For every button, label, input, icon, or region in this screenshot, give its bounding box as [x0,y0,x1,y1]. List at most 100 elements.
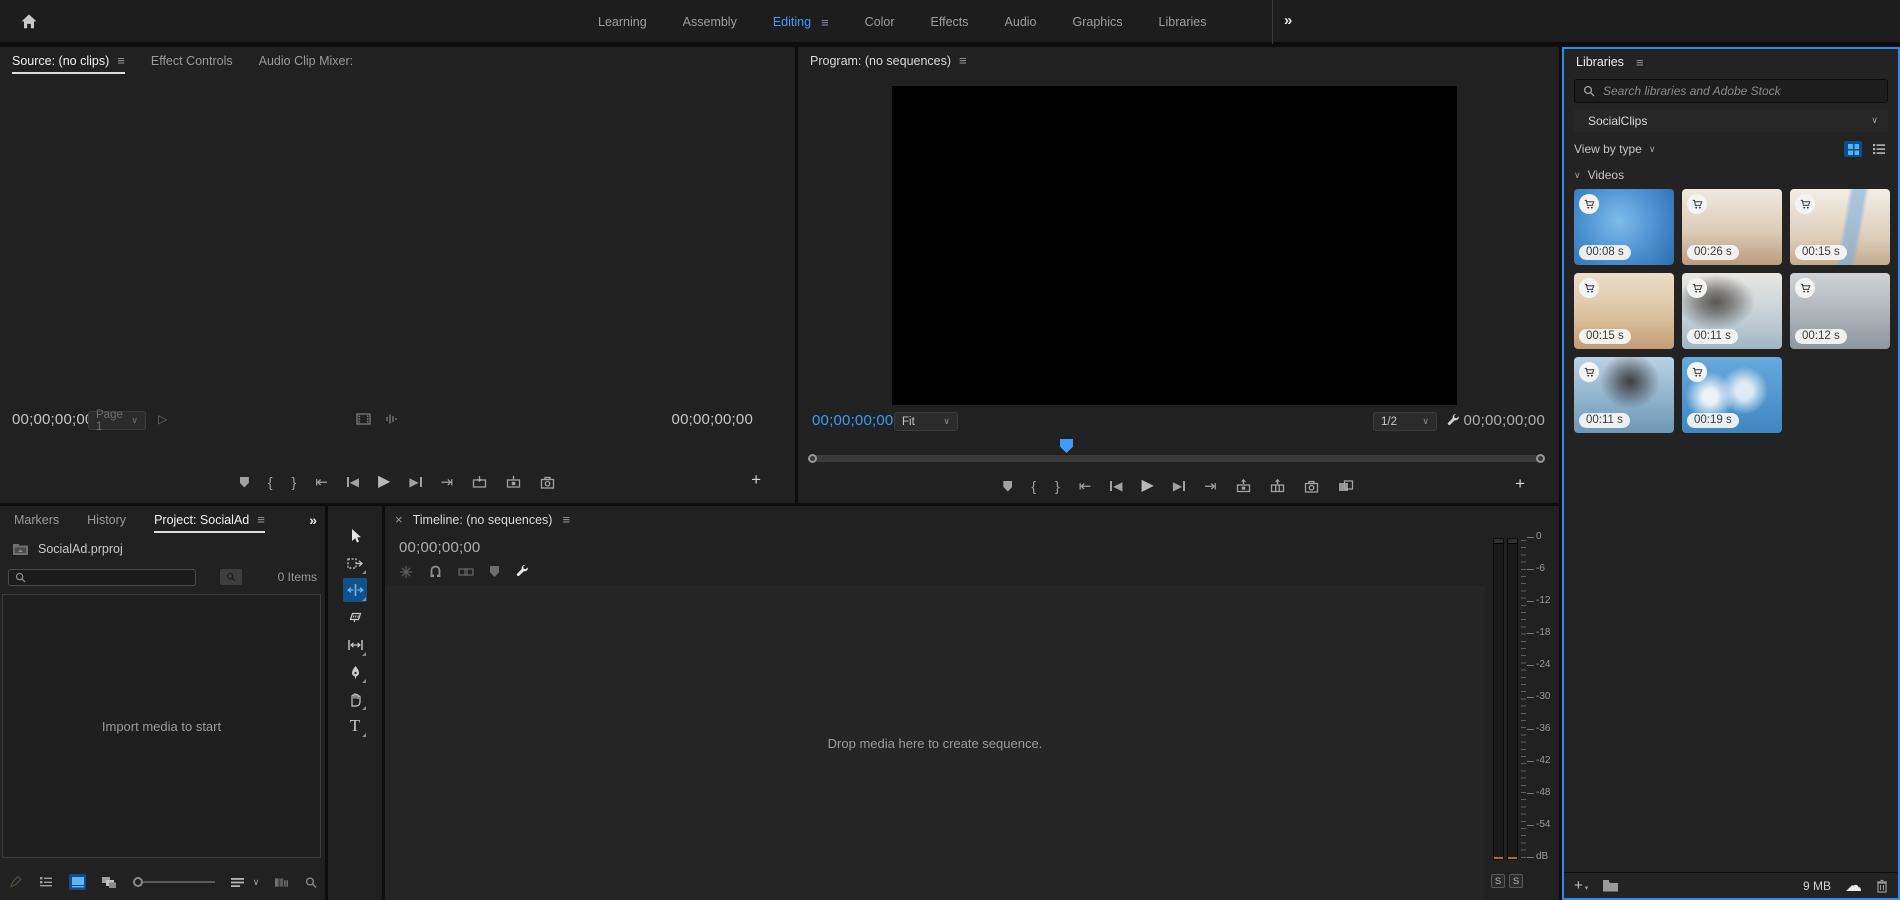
comparison-view-icon[interactable] [1338,480,1354,493]
source-panel-menu-icon[interactable]: ≡ [117,53,125,68]
tab-history[interactable]: History [87,506,126,533]
sort-order-dropdown[interactable]: ∨ [230,877,260,888]
tab-program[interactable]: Program: (no sequences) ≡ [810,47,967,74]
program-zoom-select[interactable]: Fit ∨ [894,412,958,431]
workspace-tab-learning[interactable]: Learning [598,15,647,29]
project-panel-menu-icon[interactable]: ≡ [257,512,265,527]
tab-project[interactable]: Project: SocialAd ≡ [154,506,265,533]
close-icon[interactable]: × [395,512,403,527]
video-thumbnail[interactable]: 00:08 s [1574,189,1674,265]
find-icon[interactable] [305,876,317,889]
video-thumbnail[interactable]: 00:11 s [1574,357,1674,433]
mark-in-icon[interactable]: { [268,474,273,490]
video-thumbnail[interactable]: 00:26 s [1682,189,1782,265]
overwrite-icon[interactable] [506,475,521,489]
view-by-type-dropdown[interactable]: View by type ∨ [1574,142,1655,156]
source-current-timecode[interactable]: 00;00;00;00 [12,411,93,428]
libraries-search-box[interactable]: Search libraries and Adobe Stock [1574,79,1888,103]
add-marker-icon[interactable] [240,477,249,488]
nest-sequences-toggle-icon[interactable] [399,565,413,579]
workspace-tab-graphics[interactable]: Graphics [1073,15,1123,29]
program-panel-menu-icon[interactable]: ≡ [959,53,967,68]
step-forward-icon[interactable]: ▶ [1173,480,1185,492]
lift-icon[interactable] [1236,479,1251,493]
source-page-select[interactable]: Page 1 ∨ [88,411,146,430]
solo-left-button[interactable]: S [1491,874,1505,888]
icon-view-button[interactable] [69,874,86,890]
play-button[interactable]: ▶ [378,474,390,490]
timeline-drop-zone[interactable]: Drop media here to create sequence. [385,586,1485,900]
workspace-menu-icon[interactable]: ≡ [821,15,829,30]
insert-icon[interactable] [472,475,487,489]
drag-audio-only-icon[interactable] [385,413,399,425]
video-thumbnail[interactable]: 00:11 s [1682,273,1782,349]
project-file-name[interactable]: SocialAd.prproj [38,542,123,556]
go-to-in-icon[interactable]: ⇤ [315,475,328,490]
tab-libraries-label[interactable]: Libraries [1576,55,1624,69]
scrubber-right-handle[interactable] [1536,454,1545,463]
video-thumbnail[interactable]: 00:19 s [1682,357,1782,433]
workspace-tab-assembly[interactable]: Assembly [683,15,737,29]
zoom-slider-knob[interactable] [133,877,143,887]
timeline-playhead-timecode[interactable]: 00;00;00;00 [399,539,480,556]
step-back-icon[interactable]: ◀ [1110,480,1122,492]
new-library-item-button[interactable]: + ▾ [1574,880,1588,892]
add-marker-icon[interactable] [490,566,499,577]
workspace-tab-libraries[interactable]: Libraries [1159,15,1207,29]
automate-to-sequence-icon[interactable] [274,876,290,889]
workspace-tab-audio[interactable]: Audio [1005,15,1037,29]
type-tool[interactable]: T [343,714,367,738]
tab-timeline-label[interactable]: Timeline: (no sequences) [413,513,553,527]
pen-tool[interactable] [343,660,367,684]
slip-tool[interactable] [343,633,367,657]
track-select-forward-tool[interactable] [343,551,367,575]
cloud-sync-icon[interactable]: ☁ [1845,877,1862,894]
thumbnail-zoom-slider[interactable] [133,877,215,887]
videos-section-header[interactable]: ∨ Videos [1564,163,1898,187]
extract-icon[interactable] [1270,479,1285,493]
new-group-folder-icon[interactable] [1602,879,1619,892]
program-playhead[interactable] [1060,439,1073,453]
project-tab-overflow-button[interactable]: » [309,512,316,528]
video-thumbnail[interactable]: 00:15 s [1574,273,1674,349]
video-thumbnail[interactable]: 00:12 s [1790,273,1890,349]
project-search-input[interactable] [8,569,196,586]
mark-in-icon[interactable]: { [1031,478,1036,494]
list-view-button[interactable] [1870,141,1888,157]
project-bin-area[interactable]: Import media to start [2,594,321,858]
playback-resolution-select[interactable]: 1/2 ∨ [1373,412,1437,431]
go-to-out-icon[interactable]: ⇥ [441,475,454,490]
mark-out-icon[interactable]: } [292,474,297,490]
list-view-button[interactable] [38,874,55,890]
hand-tool[interactable] [343,687,367,711]
razor-tool[interactable] [343,605,367,629]
tab-audio-clip-mixer[interactable]: Audio Clip Mixer: [259,47,353,74]
go-to-out-icon[interactable]: ⇥ [1204,479,1217,494]
timeline-display-settings-wrench-icon[interactable] [515,564,530,579]
program-button-editor-plus[interactable]: + [1515,474,1525,494]
step-forward-icon[interactable]: ▶ [409,476,421,488]
program-current-timecode[interactable]: 00;00;00;00 [812,412,893,429]
workspace-tab-effects[interactable]: Effects [931,15,969,29]
scrubber-left-handle[interactable] [808,454,817,463]
step-back-icon[interactable]: ◀ [347,476,359,488]
source-button-editor-plus[interactable]: + [751,470,761,490]
search-bin-button[interactable] [220,569,242,585]
delete-trash-icon[interactable] [1876,879,1888,893]
libraries-panel-menu-icon[interactable]: ≡ [1636,55,1644,70]
drag-video-only-icon[interactable] [356,413,371,425]
workspace-overflow-button[interactable]: » [1284,12,1291,29]
selection-tool[interactable] [343,524,367,548]
tab-markers[interactable]: Markers [14,506,59,533]
workspace-tab-color[interactable]: Color [865,15,895,29]
snap-magnet-icon[interactable] [429,565,442,578]
workspace-tab-editing[interactable]: Editing [773,15,811,29]
grid-view-button[interactable] [1844,141,1862,157]
program-scrubber-bar[interactable] [810,455,1543,462]
solo-right-button[interactable]: S [1509,874,1523,888]
play-button[interactable]: ▶ [1142,478,1154,494]
program-settings-wrench-icon[interactable] [1446,413,1461,428]
tab-source[interactable]: Source: (no clips) ≡ [12,47,125,74]
add-marker-icon[interactable] [1003,481,1012,492]
home-button[interactable] [16,9,42,35]
